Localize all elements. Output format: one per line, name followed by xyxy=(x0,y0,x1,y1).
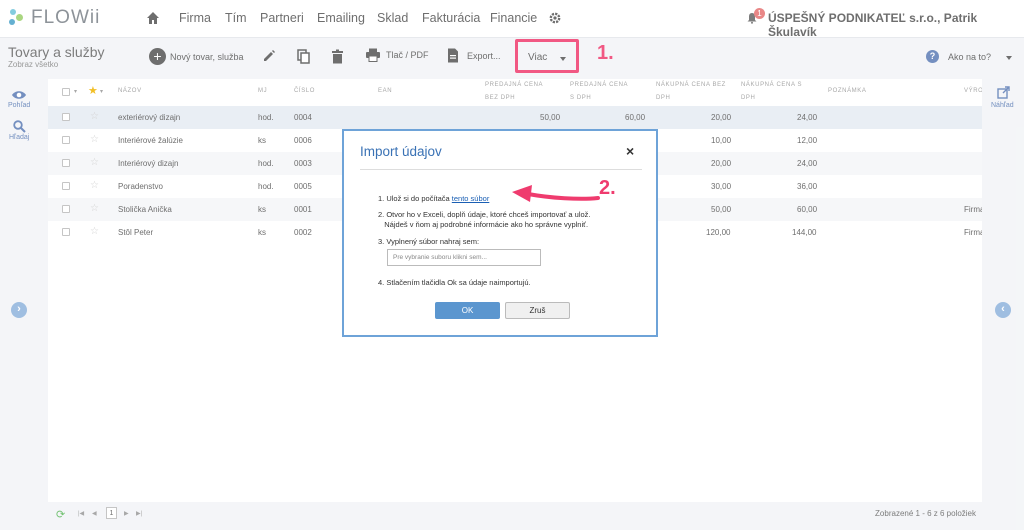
step-1: 1. Ulož si do počítača tento súbor xyxy=(378,194,490,203)
download-file-link[interactable]: tento súbor xyxy=(452,194,490,203)
close-icon[interactable]: × xyxy=(626,143,634,159)
dialog-title: Import údajov xyxy=(360,144,442,159)
step-3: 3. Vyplnený súbor nahraj sem: xyxy=(378,237,480,246)
step-2: 2. Otvor ho v Exceli, doplň údaje, ktoré… xyxy=(378,210,591,229)
ok-button[interactable]: OK xyxy=(435,302,500,319)
divider xyxy=(360,169,642,170)
import-dialog: Import údajov × 1. Ulož si do počítača t… xyxy=(342,129,658,337)
file-upload-input[interactable]: Pre vybranie suboru klikni sem... xyxy=(387,249,541,266)
file-upload-placeholder: Pre vybranie suboru klikni sem... xyxy=(393,254,487,261)
step-4: 4. Stlačením tlačidla Ok sa údaje naimpo… xyxy=(378,278,531,287)
annotation-step-2: 2. xyxy=(599,177,616,199)
cancel-button[interactable]: Zruš xyxy=(505,302,570,319)
